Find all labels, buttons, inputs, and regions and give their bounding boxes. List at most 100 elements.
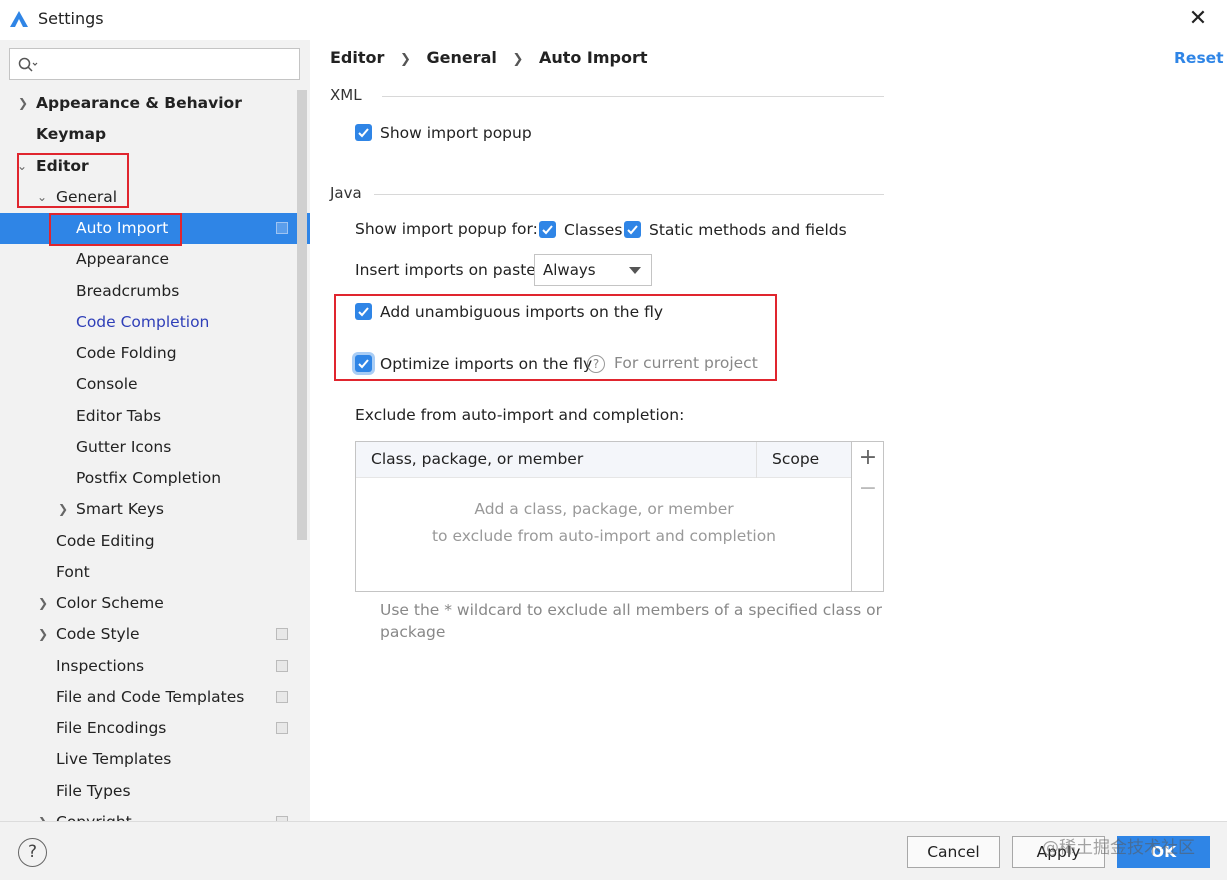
tree-item-gutter-icons[interactable]: Gutter Icons [0,432,310,463]
tree-item-file-encodings[interactable]: File Encodings [0,713,310,744]
project-scope-icon [276,691,288,703]
insert-imports-value: Always [543,261,596,279]
breadcrumb-auto-import: Auto Import [538,48,648,67]
tree-item-label: File Encodings [56,719,167,737]
tree-item-label: Inspections [56,657,145,675]
show-import-popup-xml-label: Show import popup [380,124,532,142]
tree-item-label: Breadcrumbs [76,282,180,300]
tree-item-label: Appearance [76,250,170,268]
popup-for-label: Show import popup for: [355,220,538,238]
project-scope-icon [276,660,288,672]
wildcard-hint: package [380,623,446,641]
window-title: Settings [38,9,104,28]
settings-content: Editor ❯ General ❯ Auto Import Reset XML… [310,40,1227,821]
chevron-right-icon: ❯ [38,596,49,610]
tree-item-label: Code Editing [56,532,155,550]
column-divider [756,442,757,478]
classes-checkbox[interactable] [539,221,556,238]
search-icon [18,57,38,72]
section-divider [382,96,884,97]
chevron-right-icon: ❯ [38,807,50,821]
app-icon [10,11,28,27]
project-scope-icon [276,722,288,734]
tree-item-label: Font [56,563,90,581]
breadcrumb-general[interactable]: General [426,48,496,67]
tree-item-label: Smart Keys [76,500,164,518]
tree-item-label: File Types [56,782,131,800]
column-header-scope[interactable]: Scope [772,450,819,468]
tree-item-label: Code Style [56,625,140,643]
tree-item-label: Gutter Icons [76,438,172,456]
close-icon[interactable]: ✕ [1186,8,1210,32]
exclude-table: Class, package, or member Scope + − Add … [355,441,884,592]
tree-item-code-folding[interactable]: Code Folding [0,338,310,369]
show-import-popup-xml-checkbox[interactable] [355,124,372,141]
tree-item-font[interactable]: Font [0,557,310,588]
highlight-box-auto-import [49,213,182,246]
insert-imports-select[interactable]: Always [534,254,652,286]
highlight-box-editor-general [17,153,129,208]
static-methods-label: Static methods and fields [649,221,847,239]
tree-item-label: Color Scheme [56,594,164,612]
sidebar-scrollbar[interactable] [297,90,307,540]
project-scope-icon [276,222,288,234]
static-methods-checkbox[interactable] [624,221,641,238]
tree-item-live-templates[interactable]: Live Templates [0,744,310,775]
cancel-button[interactable]: Cancel [907,836,1000,868]
tree-item-appearance-behavior[interactable]: ❯ Appearance & Behavior [0,88,310,119]
tree-item-editor-tabs[interactable]: Editor Tabs [0,401,310,432]
chevron-down-icon [629,267,641,274]
tree-item-postfix-completion[interactable]: Postfix Completion [0,463,310,494]
tree-item-file-code-templates[interactable]: File and Code Templates [0,682,310,713]
add-icon[interactable]: + [856,447,880,471]
title-bar: Settings ✕ [0,0,1227,40]
empty-table-hint: Add a class, package, or member [474,500,734,518]
wildcard-hint: Use the * wildcard to exclude all member… [380,601,882,619]
tree-item-label: Appearance & Behavior [36,94,242,112]
tree-item-label: Code Completion [76,313,210,331]
exclude-label: Exclude from auto-import and completion: [355,406,685,424]
tree-item-label: Code Folding [76,344,177,362]
tree-item-breadcrumbs[interactable]: Breadcrumbs [0,276,310,307]
classes-label: Classes [564,221,623,239]
chevron-right-icon: ❯ [18,96,29,110]
tree-item-label: Console [76,375,138,393]
help-icon[interactable]: ? [18,838,47,867]
tree-item-inspections[interactable]: Inspections [0,651,310,682]
watermark: @稀土掘金技术社区 [1042,838,1195,858]
section-divider [374,194,884,195]
remove-icon[interactable]: − [856,478,880,502]
tree-item-color-scheme[interactable]: ❯ Color Scheme [0,588,310,619]
project-scope-icon [276,628,288,640]
highlight-box-on-the-fly [334,294,777,381]
tree-item-keymap[interactable]: Keymap [0,119,310,150]
tree-item-code-completion[interactable]: Code Completion [0,307,310,338]
chevron-right-icon: ❯ [399,52,411,67]
tree-item-label: Editor Tabs [76,407,162,425]
empty-table-hint: to exclude from auto-import and completi… [431,527,777,545]
dialog-footer: ? Cancel Apply OK @稀土掘金技术社区 [0,821,1227,880]
breadcrumb: Editor ❯ General ❯ Auto Import [330,48,658,67]
tree-item-label: Postfix Completion [76,469,222,487]
tree-item-code-editing[interactable]: Code Editing [0,526,310,557]
reset-link[interactable]: Reset [1174,49,1224,67]
search-input[interactable] [9,48,300,80]
breadcrumb-editor[interactable]: Editor [330,48,384,67]
tree-item-label: Keymap [36,125,107,143]
tree-item-label: Copyright [56,807,132,821]
chevron-right-icon: ❯ [58,502,69,516]
insert-imports-label: Insert imports on paste: [355,261,542,279]
table-header: Class, package, or member Scope [356,442,852,478]
tree-item-label: File and Code Templates [56,688,245,706]
tree-item-smart-keys[interactable]: ❯ Smart Keys [0,494,310,525]
tree-item-code-style[interactable]: ❯ Code Style [0,619,310,650]
tree-item-file-types[interactable]: File Types [0,776,310,807]
tree-item-label: Live Templates [56,750,172,768]
tree-item-appearance[interactable]: Appearance [0,244,310,275]
section-heading-xml: XML [330,86,362,104]
column-header-class[interactable]: Class, package, or member [371,450,583,468]
chevron-right-icon: ❯ [38,627,49,641]
chevron-right-icon: ❯ [512,52,524,67]
tree-item-copyright[interactable]: ❯ Copyright [0,807,310,821]
tree-item-console[interactable]: Console [0,369,310,400]
